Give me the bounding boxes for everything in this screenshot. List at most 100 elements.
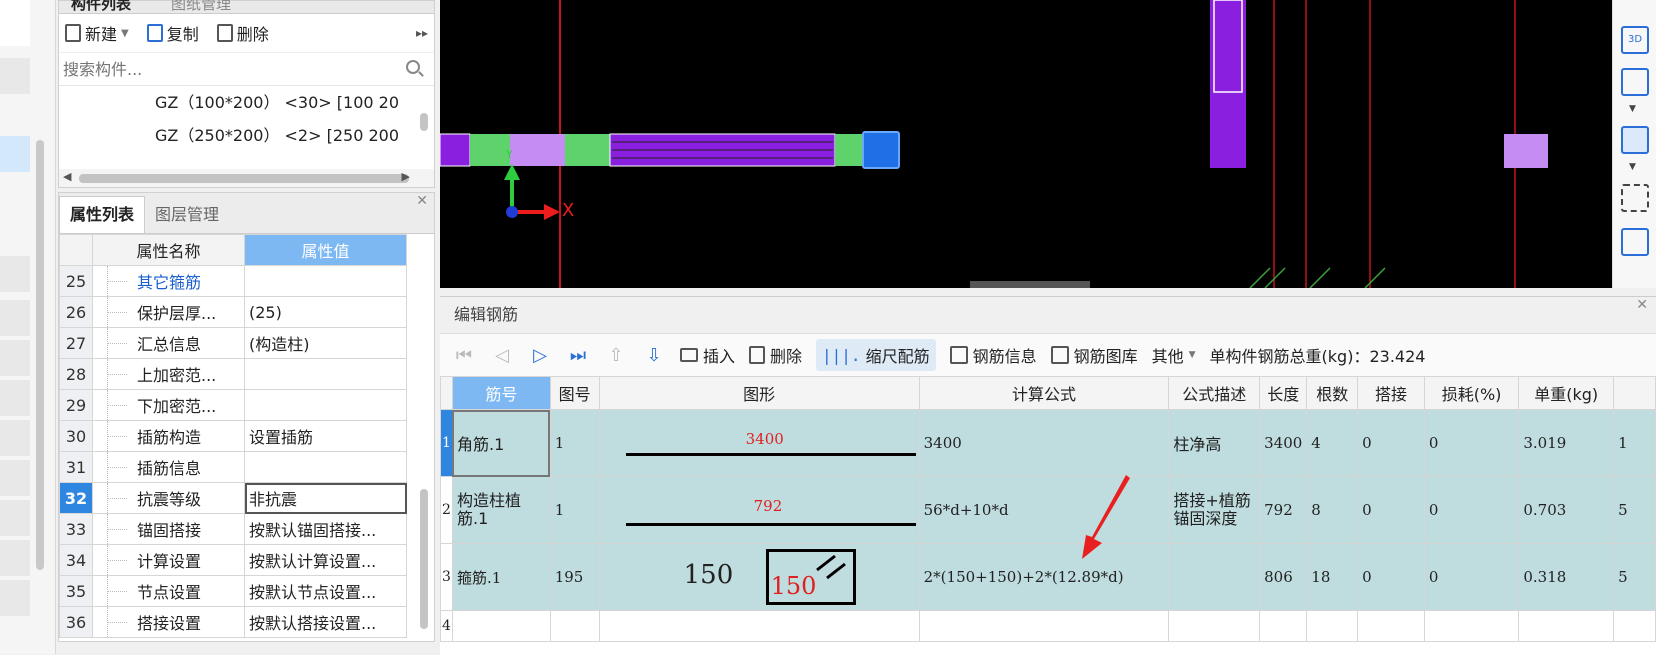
property-row[interactable]: 34 计算设置 按默认计算设置... — [59, 544, 407, 576]
search-icon[interactable] — [406, 60, 420, 74]
scroll-left-icon[interactable]: ◀ — [63, 170, 71, 183]
tab-layer-management[interactable]: 图层管理 — [145, 197, 229, 233]
bar-name[interactable]: 角筋.1 — [451, 409, 551, 477]
fit-view-icon[interactable] — [1621, 184, 1649, 212]
property-row[interactable]: 26 保护层厚... (25) — [59, 296, 407, 328]
component-item[interactable]: GZ（250*200） <2> [250 200 — [59, 119, 475, 152]
property-row[interactable]: 31 插筋信息 — [59, 451, 407, 483]
loss[interactable]: 0 — [1423, 543, 1520, 611]
shape-cell[interactable]: 792 — [598, 476, 920, 544]
copy-button[interactable]: 复制 — [146, 21, 199, 45]
empty-cell[interactable] — [1168, 610, 1261, 642]
empty-cell[interactable] — [451, 610, 551, 642]
property-value[interactable]: (构造柱) — [244, 327, 407, 359]
hscroll-thumb[interactable] — [79, 174, 409, 183]
chevron-down-icon[interactable]: ▼ — [1629, 162, 1636, 172]
nav-block[interactable] — [0, 300, 30, 336]
property-row[interactable]: 27 汇总信息 (构造柱) — [59, 327, 407, 359]
formula[interactable]: 56*d+10*d — [918, 476, 1170, 544]
loss[interactable]: 0 — [1423, 409, 1520, 477]
column-green[interactable] — [470, 134, 510, 166]
bar-name[interactable]: 构造柱植筋.1 — [451, 476, 551, 544]
property-row[interactable]: 33 锚固搭接 按默认锚固搭接... — [59, 513, 407, 545]
vertical-column[interactable] — [1210, 0, 1246, 168]
splitter-handle[interactable] — [970, 281, 1090, 288]
rebar-info-button[interactable]: 钢筋信息 — [949, 343, 1037, 367]
rebar-row[interactable]: 1 角筋.1 1 3400 3400 柱净高 3400 4 0 0 3.019 … — [440, 409, 1656, 477]
component-hscroll[interactable]: ◀ ▶ — [59, 169, 434, 187]
last-record-icon[interactable]: ⏭ — [566, 345, 590, 366]
component-vscroll[interactable] — [420, 113, 428, 131]
unit-weight[interactable]: 3.019 — [1518, 409, 1615, 477]
property-row[interactable]: 28 上加密范... — [59, 358, 407, 390]
insert-button[interactable]: 插入 — [680, 343, 735, 367]
close-icon[interactable]: ✕ — [416, 193, 428, 209]
column-green[interactable] — [835, 134, 863, 166]
length[interactable]: 792 — [1259, 476, 1308, 544]
property-row[interactable]: 29 下加密范... — [59, 389, 407, 421]
column-green[interactable] — [565, 134, 610, 166]
fig-no[interactable]: 195 — [549, 543, 600, 611]
first-record-icon[interactable]: ⏮ — [452, 345, 476, 366]
search-input[interactable] — [59, 53, 385, 85]
nav-block-selected[interactable] — [0, 136, 30, 172]
empty-cell[interactable] — [1423, 610, 1520, 642]
count[interactable]: 18 — [1306, 543, 1359, 611]
formula[interactable]: 2*(150+150)+2*(12.89*d) — [918, 543, 1170, 611]
beam-segment[interactable] — [440, 133, 471, 167]
property-value[interactable]: 按默认节点设置... — [244, 575, 407, 607]
column-lavender[interactable] — [510, 134, 565, 166]
move-up-icon[interactable]: ⇧ — [604, 345, 628, 366]
property-value[interactable]: 按默认搭接设置... — [244, 606, 407, 638]
fig-no[interactable]: 1 — [549, 476, 600, 544]
property-value[interactable]: 设置插筋 — [244, 420, 407, 452]
new-button[interactable]: 新建 ▼ — [65, 21, 129, 45]
box-select-icon[interactable] — [1621, 228, 1649, 256]
rebar-library-button[interactable]: 钢筋图库 — [1050, 343, 1138, 367]
lap[interactable]: 0 — [1357, 409, 1425, 477]
property-row[interactable]: 25 其它箍筋 — [59, 265, 407, 297]
nav-block[interactable] — [0, 460, 30, 496]
nav-block[interactable] — [0, 500, 30, 536]
length[interactable]: 806 — [1259, 543, 1308, 611]
formula-desc[interactable]: 柱净高 — [1168, 409, 1261, 477]
cube-view-active-icon[interactable] — [1621, 126, 1649, 154]
lap[interactable]: 0 — [1357, 476, 1425, 544]
nav-block[interactable] — [0, 256, 30, 292]
shape-cell[interactable]: 150 150 — [598, 543, 920, 611]
move-down-icon[interactable]: ⇩ — [642, 345, 666, 366]
drawing-canvas[interactable] — [440, 0, 1612, 288]
property-value[interactable] — [244, 451, 407, 483]
property-value[interactable] — [244, 265, 407, 297]
property-row-selected[interactable]: 32 抗震等级 非抗震 — [59, 482, 407, 514]
column-blue-selected[interactable] — [862, 131, 900, 169]
empty-cell[interactable] — [1518, 610, 1615, 642]
property-value[interactable]: 按默认计算设置... — [244, 544, 407, 576]
scroll-right-icon[interactable]: ▶ — [402, 170, 410, 183]
scale-rebar-button[interactable]: |||. 缩尺配筋 — [816, 339, 936, 371]
nav-block[interactable] — [0, 0, 30, 46]
chevron-down-icon[interactable]: ▼ — [121, 28, 129, 39]
view-3d-button[interactable]: 3D — [1621, 26, 1649, 54]
rebar-row[interactable]: 2 构造柱植筋.1 1 792 56*d+10*d 搭接+植筋锚固深度 792 … — [440, 476, 1656, 544]
previous-record-icon[interactable]: ◁ — [490, 345, 514, 366]
rebar-row[interactable]: 3 箍筋.1 195 150 150 2*(150+150)+2*(12.89*… — [440, 543, 1656, 611]
nav-block[interactable] — [0, 420, 30, 456]
next-record-icon[interactable]: ▷ — [528, 345, 552, 366]
cube-view-icon[interactable] — [1621, 68, 1649, 96]
other-dropdown[interactable]: 其他 ▼ — [1152, 343, 1196, 367]
rebar-row-empty[interactable]: 4 — [440, 610, 1656, 642]
tab-drawing-management[interactable]: 图纸管理 — [171, 0, 231, 14]
unit-weight[interactable]: 0.318 — [1518, 543, 1615, 611]
cad-viewport[interactable]: X Y — [440, 0, 1612, 288]
nav-block[interactable] — [0, 540, 30, 576]
delete-button[interactable]: 删除 — [216, 21, 269, 45]
property-vscroll[interactable] — [420, 489, 428, 629]
column-lavender[interactable] — [1504, 134, 1548, 168]
fig-no[interactable]: 1 — [549, 409, 600, 477]
chevron-down-icon[interactable]: ▼ — [1629, 104, 1636, 114]
tab-property-list[interactable]: 属性列表 — [59, 196, 146, 233]
component-item[interactable]: GZ（100*200） <30> [100 20 — [59, 86, 475, 119]
left-scrollbar[interactable] — [36, 140, 44, 570]
formula-desc[interactable] — [1168, 543, 1261, 611]
